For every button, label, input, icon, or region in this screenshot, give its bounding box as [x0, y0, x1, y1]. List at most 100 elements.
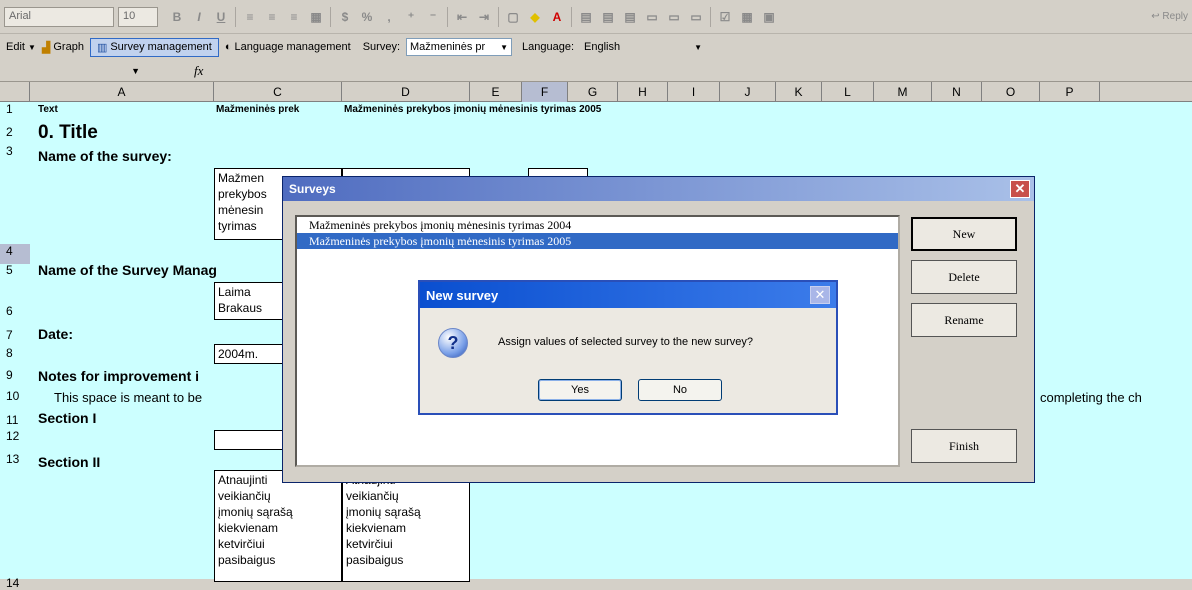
- row-header-2[interactable]: 2: [0, 125, 30, 139]
- edit-menu[interactable]: Edit ▼: [6, 41, 36, 53]
- fx-icon[interactable]: fx: [194, 63, 203, 79]
- column-header-n[interactable]: N: [932, 82, 982, 102]
- row-header-8[interactable]: 8: [0, 346, 30, 360]
- survey-list-item-selected[interactable]: Mažmeninės prekybos įmonių mėnesinis tyr…: [297, 233, 898, 249]
- finish-button[interactable]: Finish: [911, 429, 1017, 463]
- underline-icon[interactable]: U: [210, 6, 232, 28]
- survey-management-button[interactable]: ▥ Survey management: [89, 37, 219, 57]
- column-header-j[interactable]: J: [720, 82, 776, 102]
- row-header-6[interactable]: 6: [0, 304, 30, 318]
- row-header-3[interactable]: 3: [0, 144, 30, 158]
- cell-a10[interactable]: This space is meant to be: [54, 390, 202, 405]
- cell-a3[interactable]: Name of the survey:: [38, 148, 172, 164]
- cell-a7[interactable]: Date:: [38, 326, 73, 342]
- toolbar-separator: [447, 6, 448, 27]
- survey-list-item[interactable]: Mažmeninės prekybos įmonių mėnesinis tyr…: [297, 217, 898, 233]
- increase-decimal-icon[interactable]: ⁺: [400, 6, 422, 28]
- language-management-label: Language management: [234, 41, 351, 53]
- percent-icon[interactable]: %: [356, 6, 378, 28]
- column-header-o[interactable]: O: [982, 82, 1040, 102]
- cell-a13[interactable]: Section II: [38, 454, 100, 470]
- new-button[interactable]: New: [911, 217, 1017, 251]
- row-header-1[interactable]: 1: [0, 102, 30, 116]
- column-header-p[interactable]: P: [1040, 82, 1100, 102]
- cell-d1[interactable]: Mažmeninės prekybos įmonių mėnesinis tyr…: [344, 104, 601, 115]
- no-button[interactable]: No: [638, 379, 722, 401]
- row-header-4[interactable]: 4: [0, 244, 30, 264]
- font-color-icon[interactable]: A: [546, 6, 568, 28]
- graph-icon: ▟: [41, 41, 51, 54]
- chart-icon-1[interactable]: ▤: [575, 6, 597, 28]
- borders-icon[interactable]: ▢: [502, 6, 524, 28]
- increase-indent-icon[interactable]: ⇥: [473, 6, 495, 28]
- row-header-7[interactable]: 7: [0, 328, 30, 342]
- close-icon[interactable]: ✕: [810, 286, 830, 304]
- italic-icon[interactable]: I: [188, 6, 210, 28]
- graph-button[interactable]: ▟ Graph: [42, 41, 84, 54]
- cell-d14-box[interactable]: Atnaujinti veikiančių įmonių sąrašą kiek…: [342, 470, 470, 582]
- merge-center-icon[interactable]: ▦: [305, 6, 327, 28]
- chart-icon-6[interactable]: ▭: [685, 6, 707, 28]
- close-icon[interactable]: ✕: [1010, 180, 1030, 198]
- cell-a9[interactable]: Notes for improvement i: [38, 368, 199, 384]
- chart-icon-5[interactable]: ▭: [663, 6, 685, 28]
- currency-icon[interactable]: $: [334, 6, 356, 28]
- column-header-k[interactable]: K: [776, 82, 822, 102]
- fill-color-icon[interactable]: ◆: [524, 6, 546, 28]
- column-header-e[interactable]: E: [470, 82, 522, 102]
- question-icon: ?: [438, 328, 468, 358]
- decrease-indent-icon[interactable]: ⇤: [451, 6, 473, 28]
- row-header-11[interactable]: 11: [0, 413, 30, 427]
- comma-icon[interactable]: ,: [378, 6, 400, 28]
- column-header-f[interactable]: F: [522, 82, 568, 102]
- cell-c1[interactable]: Mažmeninės prek: [216, 104, 344, 115]
- reply-button[interactable]: ↩ Reply: [1151, 11, 1188, 22]
- column-header-m[interactable]: M: [874, 82, 932, 102]
- yes-button[interactable]: Yes: [538, 379, 622, 401]
- table-icon[interactable]: ▦: [736, 6, 758, 28]
- column-header-i[interactable]: I: [668, 82, 720, 102]
- chart-icon-2[interactable]: ▤: [597, 6, 619, 28]
- row-header-14[interactable]: 14: [0, 576, 30, 590]
- row-header-5[interactable]: 5: [0, 263, 30, 277]
- select-all-corner[interactable]: [0, 82, 30, 102]
- cell-a5[interactable]: Name of the Survey Manag: [38, 262, 217, 278]
- new-survey-message: Assign values of selected survey to the …: [498, 336, 753, 348]
- align-center-icon[interactable]: ≡: [261, 6, 283, 28]
- font-name-select[interactable]: Arial: [4, 6, 114, 27]
- chart-icon-4[interactable]: ▭: [641, 6, 663, 28]
- toolbar-separator: [710, 6, 711, 27]
- cell-n10[interactable]: completing the ch: [1040, 390, 1142, 405]
- decrease-decimal-icon[interactable]: ⁻: [422, 6, 444, 28]
- row-header-12[interactable]: 12: [0, 429, 30, 443]
- align-right-icon[interactable]: ≡: [283, 6, 305, 28]
- cell-a1[interactable]: Text: [38, 104, 58, 115]
- rename-button[interactable]: Rename: [911, 303, 1017, 337]
- language-management-button[interactable]: ◐ Language management: [225, 41, 351, 53]
- row-headers: 1 2 3 4 5 6 7 8 9 10 11 12 13 14: [0, 102, 30, 590]
- cell-c14-box[interactable]: Atnaujinti veikiančių įmonių sąrašą kiek…: [214, 470, 342, 582]
- chevron-down-icon: ▼: [27, 42, 36, 52]
- new-survey-dialog: New survey ✕ ? Assign values of selected…: [418, 280, 838, 415]
- bold-icon[interactable]: B: [166, 6, 188, 28]
- row-header-10[interactable]: 10: [0, 389, 30, 403]
- checkbox-icon[interactable]: ☑: [714, 6, 736, 28]
- column-header-g[interactable]: G: [568, 82, 618, 102]
- language-select[interactable]: English ▼: [580, 38, 707, 56]
- row-header-9[interactable]: 9: [0, 368, 30, 382]
- column-header-l[interactable]: L: [822, 82, 874, 102]
- chart-icon-3[interactable]: ▤: [619, 6, 641, 28]
- column-header-h[interactable]: H: [618, 82, 668, 102]
- column-header-a[interactable]: A: [30, 82, 214, 102]
- row-header-13[interactable]: 13: [0, 452, 30, 466]
- column-header-d[interactable]: D: [342, 82, 470, 102]
- survey-select[interactable]: Mažmeninės pr ▼: [406, 38, 513, 56]
- cell-a11[interactable]: Section I: [38, 410, 96, 426]
- delete-button[interactable]: Delete: [911, 260, 1017, 294]
- column-header-c[interactable]: C: [214, 82, 342, 102]
- align-left-icon[interactable]: ≡: [239, 6, 261, 28]
- name-box[interactable]: ▼: [4, 62, 144, 80]
- font-size-select[interactable]: 10: [118, 6, 158, 27]
- form-icon[interactable]: ▣: [758, 6, 780, 28]
- cell-a2-title[interactable]: 0. Title: [38, 122, 98, 144]
